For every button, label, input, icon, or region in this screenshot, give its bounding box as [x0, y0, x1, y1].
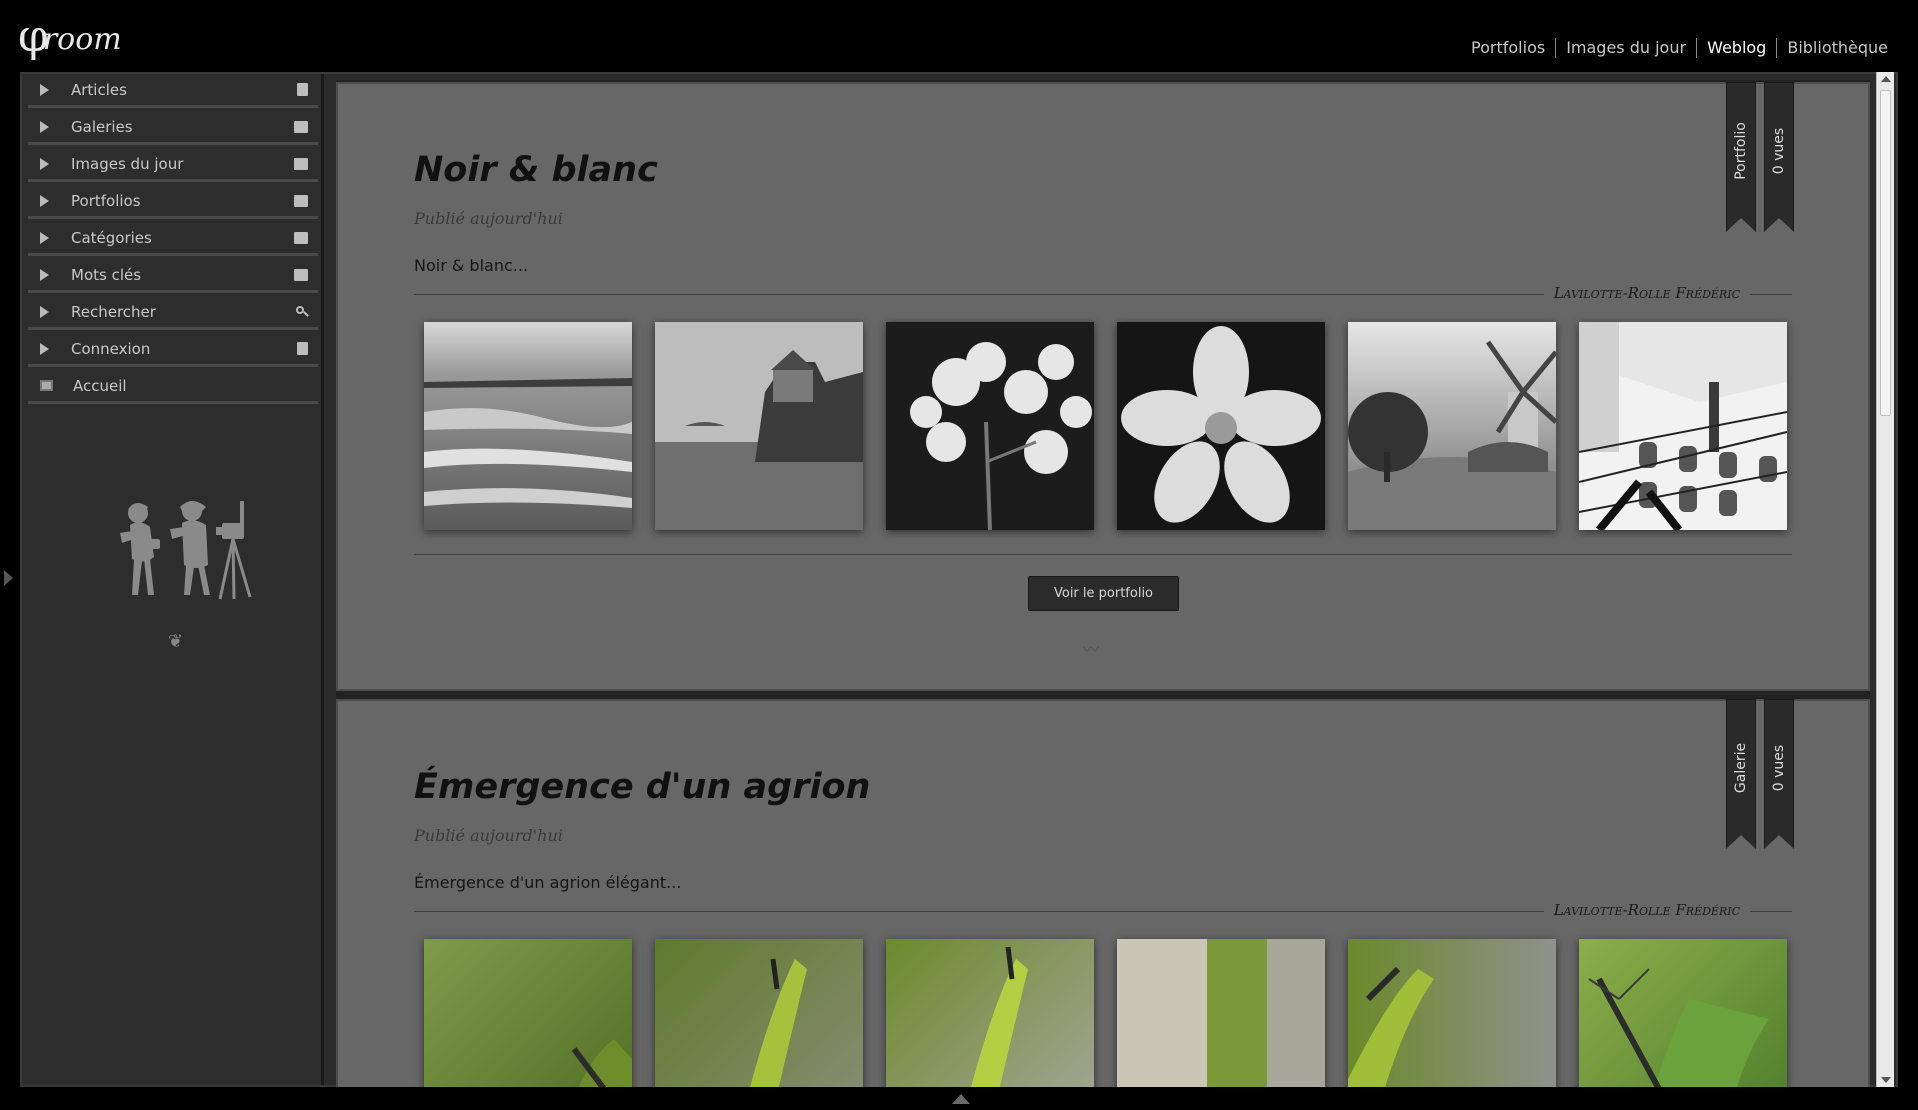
thumbnail-chapel-cliff[interactable] [655, 322, 863, 530]
views-ribbon-label: 0 vues [1771, 744, 1787, 792]
expand-arrow-icon [40, 305, 49, 318]
scrollbar-thumb[interactable] [1880, 90, 1891, 416]
folder-icon [294, 120, 308, 133]
photographer-illustration [120, 501, 252, 600]
views-ribbon: 0 vues [1764, 82, 1794, 232]
type-ribbon-label: Galerie [1733, 742, 1749, 794]
header: φ room Portfolios Images du jour Weblog … [0, 0, 1918, 72]
thumbnail-damselfly[interactable] [886, 939, 1094, 1087]
logo-text: room [42, 22, 122, 57]
type-ribbon: Portfolio [1726, 82, 1756, 232]
views-ribbon: 0 vues [1764, 699, 1794, 849]
sidebar: Articles Galeries Images du jour Portfol… [22, 74, 324, 1085]
post-date: Publié aujourd'hui [414, 826, 563, 845]
thumbnail-single-flower[interactable] [1117, 322, 1325, 530]
sidebar-item-rechercher[interactable]: Rechercher [28, 296, 318, 330]
expand-arrow-icon [40, 120, 49, 133]
post-card: Galerie 0 vues Émergence d'un agrion Pub… [336, 699, 1870, 1087]
post-author[interactable]: Lavilotte-Rolle Frédéric [1543, 901, 1750, 919]
thumbnail-beach[interactable] [424, 322, 632, 530]
document-icon [297, 342, 308, 355]
thumbnail-damselfly[interactable] [424, 939, 632, 1087]
sidebar-item-label: Connexion [71, 339, 151, 358]
nav-images-du-jour[interactable]: Images du jour [1555, 38, 1696, 58]
document-icon [297, 83, 308, 96]
folder-icon [294, 194, 308, 207]
ornament-divider: ❦ [168, 631, 184, 652]
post-author[interactable]: Lavilotte-Rolle Frédéric [1543, 284, 1750, 302]
sidebar-item-accueil[interactable]: Accueil [28, 370, 318, 404]
sidebar-item-label: Portfolios [71, 191, 141, 210]
sidebar-item-label: Mots clés [71, 265, 142, 284]
sidebar-item-images-du-jour[interactable]: Images du jour [28, 148, 318, 182]
view-portfolio-button[interactable]: Voir le portfolio [1028, 576, 1179, 611]
expand-arrow-icon [40, 268, 49, 281]
expand-arrow-icon [40, 157, 49, 170]
thumbnail-damselfly[interactable] [1579, 939, 1787, 1087]
sidebar-item-categories[interactable]: Catégories [28, 222, 318, 256]
sidebar-item-label: Galeries [71, 117, 133, 136]
list-icon [294, 231, 308, 244]
thumbnail-damselfly[interactable] [1117, 939, 1325, 1087]
sidebar-item-mots-cles[interactable]: Mots clés [28, 259, 318, 293]
sidebar-item-galeries[interactable]: Galeries [28, 111, 318, 145]
post-title[interactable]: Noir & blanc [414, 150, 658, 190]
scroll-down-icon[interactable] [1881, 1077, 1891, 1083]
post-date: Publié aujourd'hui [414, 209, 563, 228]
main-content: Portfolio 0 vues Noir & blanc Publié auj… [336, 80, 1870, 1087]
thumbnail-damselfly[interactable] [1348, 939, 1556, 1087]
bottom-toggle-icon[interactable] [952, 1094, 970, 1104]
expand-arrow-icon [40, 231, 49, 244]
search-icon [296, 305, 308, 318]
sidebar-item-connexion[interactable]: Connexion [28, 333, 318, 367]
post-title[interactable]: Émergence d'un agrion [414, 767, 870, 807]
views-ribbon-label: 0 vues [1771, 127, 1787, 175]
vertical-scrollbar[interactable] [1876, 72, 1894, 1087]
nav-bibliotheque[interactable]: Bibliothèque [1776, 38, 1898, 58]
thumbnail-windmill[interactable] [1348, 322, 1556, 530]
sidebar-item-label: Images du jour [71, 154, 184, 173]
sidebar-item-label: Catégories [71, 228, 152, 247]
post-divider [414, 554, 1792, 555]
thumbnail-white-flowers[interactable] [886, 322, 1094, 530]
sidebar-item-portfolios[interactable]: Portfolios [28, 185, 318, 219]
expand-arrow-icon [40, 342, 49, 355]
nav-weblog[interactable]: Weblog [1696, 38, 1776, 58]
logo[interactable]: φ room [18, 6, 122, 62]
sidebar-toggle-icon[interactable] [4, 570, 13, 586]
top-navigation: Portfolios Images du jour Weblog Bibliot… [1461, 38, 1898, 58]
sidebar-item-label: Articles [71, 80, 127, 99]
sidebar-item-label: Rechercher [71, 302, 156, 321]
type-ribbon: Galerie [1726, 699, 1756, 849]
expand-arrow-icon [40, 194, 49, 207]
tag-icon [294, 268, 308, 281]
ornament-divider: 〰 [1083, 640, 1100, 659]
folder-icon [294, 157, 308, 170]
thumbnail-factory[interactable] [1579, 322, 1787, 530]
post-excerpt: Noir & blanc... [414, 256, 529, 275]
thumbnail-damselfly[interactable] [655, 939, 863, 1087]
scroll-up-icon[interactable] [1881, 76, 1891, 82]
sidebar-item-label: Accueil [73, 376, 127, 395]
post-card: Portfolio 0 vues Noir & blanc Publié auj… [336, 82, 1870, 691]
post-excerpt: Émergence d'un agrion élégant... [414, 873, 682, 892]
type-ribbon-label: Portfolio [1733, 122, 1749, 180]
sidebar-item-articles[interactable]: Articles [28, 74, 318, 108]
nav-portfolios[interactable]: Portfolios [1461, 38, 1555, 58]
home-icon [40, 380, 53, 391]
expand-arrow-icon [40, 83, 49, 96]
